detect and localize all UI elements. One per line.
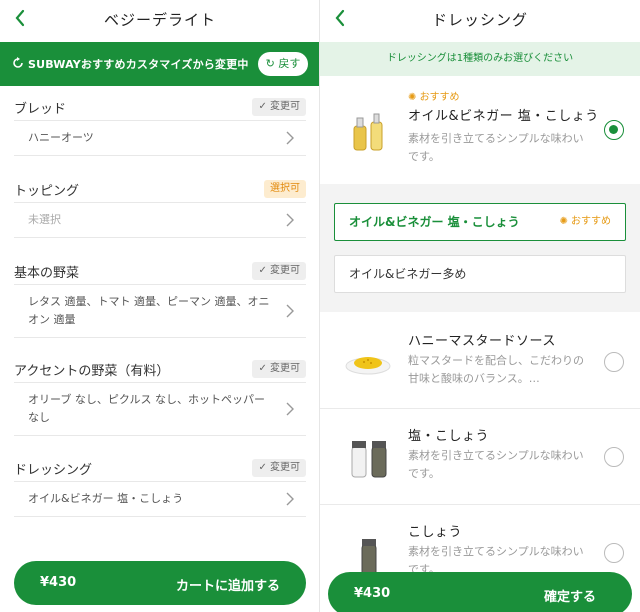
section-title: トッピング [14, 184, 80, 199]
confirm-button[interactable]: ¥430 確定する [328, 572, 632, 612]
status-badge: ✓ 変更可 [252, 459, 306, 477]
add-to-cart-label: カートに追加する [175, 579, 280, 594]
option-name: ハニーマスタードソース [408, 334, 556, 349]
recommend-label: ✺ おすすめ [408, 92, 460, 103]
customize-screen: ベジーデライト SUBWAYおすすめカスタマイズから変更中 ↻ 戻す ブレッド … [0, 0, 320, 612]
radio-unselected[interactable] [604, 447, 624, 467]
confirm-price: ¥430 [354, 586, 391, 601]
banner-text: SUBWAYおすすめカスタマイズから変更中 [28, 58, 249, 71]
section-bread: ブレッド ✓ 変更可 ハニーオーツ [0, 92, 320, 156]
recommend-label: ✺ おすすめ [559, 216, 611, 227]
topping-value: 未選択 [28, 213, 61, 226]
dressing-option-salt-pepper[interactable]: 塩・こしょう 素材を引き立てるシンプルな味わいです。 [320, 409, 640, 505]
add-to-cart-button[interactable]: ¥430 カートに追加する [14, 561, 306, 605]
section-base-vegetables: 基本の野菜 ✓ 変更可 レタス 適量、トマト 適量、ピーマン 適量、オニオン 適… [0, 256, 320, 338]
customize-banner: SUBWAYおすすめカスタマイズから変更中 ↻ 戻す [0, 42, 320, 86]
status-badge: ✓ 変更可 [252, 360, 306, 378]
cart-price: ¥430 [40, 575, 77, 590]
bread-selector[interactable]: ハニーオーツ [14, 120, 306, 156]
revert-icon: ↻ [265, 57, 275, 70]
page-title: ベジーデライト [103, 11, 216, 29]
section-title: ドレッシング [14, 463, 93, 478]
dressing-screen: ドレッシング ドレッシングは1種類のみお選びください ✺ おすすめ オイル&ビネ… [320, 0, 640, 612]
selection-notice: ドレッシングは1種類のみお選びください [320, 42, 640, 76]
option-description: 素材を引き立てるシンプルな味わいです。 [408, 132, 584, 163]
reset-icon [13, 57, 23, 68]
option-description: 素材を引き立てるシンプルな味わいです。 [408, 449, 584, 480]
sub-option-area: オイル&ビネガー 塩・こしょう ✺ おすすめ オイル&ビネガー多め [320, 184, 640, 312]
accent-vegetables-selector[interactable]: オリーブ なし、ピクルス なし、ホットペッパー なし [14, 382, 306, 436]
page-title: ドレッシング [431, 11, 528, 29]
radio-selected[interactable] [604, 120, 624, 140]
status-badge: ✓ 変更可 [252, 98, 306, 116]
radio-unselected[interactable] [604, 352, 624, 372]
sub-option-label: オイル&ビネガー多め [349, 267, 467, 281]
chevron-right-icon [286, 131, 294, 145]
sub-option-standard[interactable]: オイル&ビネガー 塩・こしょう ✺ おすすめ [334, 203, 626, 241]
option-name: 塩・こしょう [408, 429, 490, 444]
dressing-value: オイル&ビネガー 塩・こしょう [28, 492, 184, 505]
vegetables-value: レタス 適量、トマト 適量、ピーマン 適量、オニオン 適量 [28, 295, 270, 326]
nav-bar: ベジーデライト [0, 0, 320, 40]
bread-value: ハニーオーツ [28, 131, 94, 144]
accent-vegetables-value: オリーブ なし、ピクルス なし、ホットペッパー なし [28, 393, 266, 424]
status-badge: ✓ 変更可 [252, 262, 306, 280]
revert-label: 戻す [278, 57, 301, 70]
dressing-option-pepper[interactable]: こしょう 素材を引き立てるシンプルな味わいです。 [320, 505, 640, 576]
topping-selector[interactable]: 未選択 [14, 202, 306, 238]
nav-bar: ドレッシング [320, 0, 640, 40]
oil-vinegar-bottles-icon [353, 113, 383, 151]
confirm-label: 確定する [543, 590, 596, 605]
dressing-option-oil-vinegar[interactable]: ✺ おすすめ オイル&ビネガー 塩・こしょう 素材を引き立てるシンプルな味わいで… [320, 78, 640, 184]
section-title: アクセントの野菜（有料） [14, 364, 170, 379]
chevron-right-icon [286, 402, 294, 416]
section-accent-vegetables: アクセントの野菜（有料） ✓ 変更可 オリーブ なし、ピクルス なし、ホットペッ… [0, 354, 320, 436]
sub-option-extra[interactable]: オイル&ビネガー多め [334, 255, 626, 293]
option-name: オイル&ビネガー 塩・こしょう [408, 109, 599, 124]
vegetables-selector[interactable]: レタス 適量、トマト 適量、ピーマン 適量、オニオン 適量 [14, 284, 306, 338]
section-title: 基本の野菜 [14, 266, 80, 281]
radio-unselected[interactable] [604, 543, 624, 563]
salt-pepper-shakers-icon [351, 441, 387, 478]
status-badge: 選択可 [264, 180, 306, 198]
sub-option-label: オイル&ビネガー 塩・こしょう [349, 215, 520, 229]
chevron-right-icon [286, 213, 294, 227]
honey-mustard-sauce-icon [345, 357, 391, 375]
option-description: 粒マスタードを配合し、こだわりの甘味と酸味のバランス。… [408, 354, 584, 385]
section-title: ブレッド [14, 102, 67, 117]
section-topping: トッピング 選択可 未選択 [0, 174, 320, 238]
dressing-option-honey-mustard[interactable]: ハニーマスタードソース 粒マスタードを配合し、こだわりの甘味と酸味のバランス。… [320, 312, 640, 408]
revert-button[interactable]: ↻ 戻す [258, 52, 308, 76]
dressing-selector[interactable]: オイル&ビネガー 塩・こしょう [14, 481, 306, 517]
option-name: こしょう [408, 525, 463, 540]
chevron-right-icon [286, 304, 294, 318]
chevron-right-icon [286, 492, 294, 506]
section-dressing: ドレッシング ✓ 変更可 オイル&ビネガー 塩・こしょう [0, 453, 320, 517]
